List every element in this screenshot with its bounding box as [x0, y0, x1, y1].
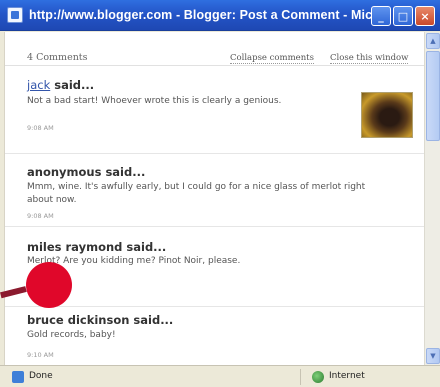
page-done-icon [12, 371, 24, 383]
comments-header: 4 Comments Collapse comments Close this … [5, 32, 425, 66]
browser-window: http://www.blogger.com - Blogger: Post a… [0, 0, 440, 387]
vertical-scrollbar[interactable]: ▲ ▼ [424, 32, 440, 365]
comment-body: Merlot? Are you kidding me? Pinot Noir, … [27, 256, 241, 266]
close-button[interactable]: × [415, 6, 435, 26]
comment-timestamp[interactable]: 9:10 AM [27, 351, 54, 359]
collapse-comments-link[interactable]: Collapse comments [230, 53, 314, 64]
comment-author: jack said... [27, 78, 95, 92]
title-bar[interactable]: http://www.blogger.com - Blogger: Post a… [0, 0, 440, 31]
status-bar: Done Internet [0, 365, 440, 387]
comment-body: Not a bad start! Whoever wrote this is c… [27, 96, 282, 106]
scroll-down-button[interactable]: ▼ [426, 348, 440, 364]
maximize-button[interactable]: □ [393, 6, 413, 26]
security-zone: Internet [329, 371, 365, 381]
comments-panel: 4 Comments Collapse comments Close this … [4, 32, 425, 365]
minimize-button[interactable]: _ [371, 6, 391, 26]
status-divider [300, 369, 301, 385]
comment-count: 4 Comments [27, 52, 88, 63]
comment-item: anonymous said... Mmm, wine. It's awfull… [5, 154, 425, 227]
comment-author: anonymous said... [27, 165, 146, 179]
comment-timestamp[interactable]: 9:08 AM [27, 124, 54, 132]
scroll-thumb[interactable] [426, 51, 440, 141]
comment-author: miles raymond said... [27, 240, 167, 254]
scroll-up-button[interactable]: ▲ [426, 33, 440, 49]
author-avatar [361, 92, 413, 138]
window-title: http://www.blogger.com - Blogger: Post a… [29, 8, 374, 22]
comment-body: Gold records, baby! [27, 330, 116, 340]
window-controls: _ □ × [371, 6, 435, 26]
author-link[interactable]: jack [27, 78, 50, 92]
internet-zone-icon [312, 371, 324, 383]
comment-timestamp[interactable]: 9:08 AM [27, 212, 54, 220]
annotation-dot [26, 262, 72, 308]
comment-item: bruce dickinson said... Gold records, ba… [5, 307, 425, 365]
status-text: Done [29, 371, 53, 381]
comment-author: bruce dickinson said... [27, 313, 174, 327]
ie-page-icon [7, 7, 23, 23]
comment-body: Mmm, wine. It's awfully early, but I cou… [27, 182, 366, 205]
close-window-link[interactable]: Close this window [330, 53, 409, 64]
